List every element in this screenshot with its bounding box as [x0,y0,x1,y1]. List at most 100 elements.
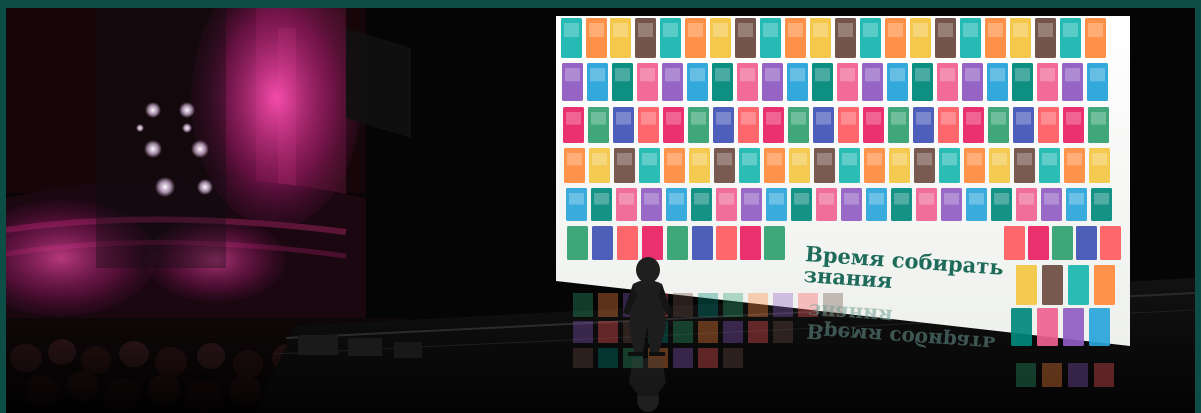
reflection-tile [1016,363,1036,387]
reflection-tile [698,321,718,343]
poster-accent [1041,112,1056,125]
poster-accent [667,153,682,166]
poster-accent [888,23,903,37]
poster-accent [1088,23,1103,37]
poster-accent [990,68,1005,82]
poster-accent [1016,112,1031,125]
poster-accent [665,68,680,82]
poster-accent [617,153,632,166]
poster-accent [991,112,1006,125]
poster-accent [666,112,681,125]
poster-accent [938,23,953,37]
poster-accent [994,193,1009,205]
poster-accent [767,153,782,166]
reflection-tile [573,293,593,317]
poster-tile [617,226,638,260]
reflection-tile [723,321,743,343]
poster-accent [965,68,980,82]
poster-accent [763,23,778,37]
poster-accent [863,23,878,37]
reflection-tile [1094,363,1114,387]
poster-accent [644,193,659,205]
poster-accent [842,153,857,166]
poster-accent [963,23,978,37]
poster-accent [992,153,1007,166]
poster-accent [841,112,856,125]
poster-accent [966,112,981,125]
poster-tile [1094,265,1115,305]
poster-accent [1065,68,1080,82]
reflection-tile [698,348,718,368]
poster-accent [942,153,957,166]
poster-accent [716,112,731,125]
poster-accent [890,68,905,82]
reflection-tile [823,293,843,317]
poster-accent [969,193,984,205]
poster-tile [1037,308,1058,346]
poster-accent [663,23,678,37]
reflection-tile [748,321,768,343]
poster-accent [916,112,931,125]
reflection-tile [1068,363,1088,387]
poster-tile [1100,226,1121,260]
poster-accent [592,153,607,166]
reflection-tile [598,348,618,368]
poster-accent [740,68,755,82]
poster-accent [919,193,934,205]
poster-accent [866,112,881,125]
poster-accent [891,112,906,125]
poster-accent [913,23,928,37]
poster-accent [794,193,809,205]
poster-accent [1092,153,1107,166]
poster-tile [1028,226,1049,260]
poster-accent [715,68,730,82]
poster-accent [1042,153,1057,166]
reflection-tile [773,293,793,317]
poster-accent [940,68,955,82]
poster-accent [894,193,909,205]
poster-accent [816,112,831,125]
poster-accent [717,153,732,166]
poster-accent [692,153,707,166]
poster-accent [792,153,807,166]
poster-accent [1066,112,1081,125]
poster-accent [1015,68,1030,82]
poster-accent [840,68,855,82]
poster-accent [1063,23,1078,37]
poster-accent [1038,23,1053,37]
reflection-tile [673,321,693,343]
poster-accent [1094,193,1109,205]
poster-accent [892,153,907,166]
poster-tile [1089,308,1110,346]
reflection-tile [673,348,693,368]
poster-accent [869,193,884,205]
reflection-tile [573,321,593,343]
poster-tile [567,226,588,260]
poster-accent [642,153,657,166]
poster-accent [917,153,932,166]
poster-tile [1011,308,1032,346]
poster-accent [613,23,628,37]
poster-accent [615,68,630,82]
poster-accent [564,23,579,37]
reflection-tile [698,293,718,317]
poster-accent [590,68,605,82]
reflection-tile [723,293,743,317]
poster-tile [716,226,737,260]
poster-accent [865,68,880,82]
reflection-tile [798,293,818,317]
reflection-tile [773,321,793,343]
poster-tile [1052,226,1073,260]
poster-accent [766,112,781,125]
poster-tile [764,226,785,260]
scene-illustration [6,8,1195,413]
poster-accent [941,112,956,125]
poster-accent [738,23,753,37]
poster-accent [788,23,803,37]
reflection-tile [598,321,618,343]
poster-tile [592,226,613,260]
poster-accent [744,193,759,205]
reflection-tile [573,348,593,368]
poster-accent [765,68,780,82]
poster-accent [988,23,1003,37]
